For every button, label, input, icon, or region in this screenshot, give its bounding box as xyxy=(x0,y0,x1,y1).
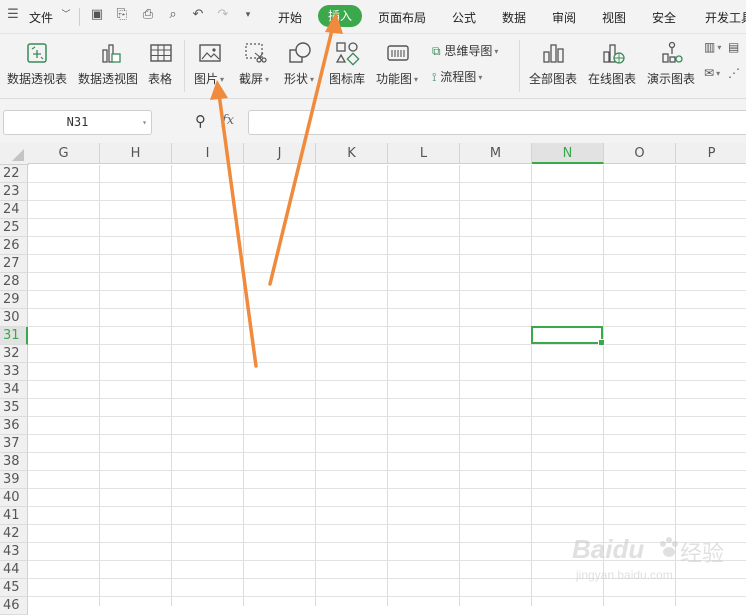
watermark-brand: Baidu xyxy=(572,534,645,564)
baidu-watermark: Baidu 经验 jingyan.baidu.com xyxy=(566,530,726,600)
arrow-to-insert-tab xyxy=(268,12,343,286)
annotation-arrows xyxy=(210,12,343,368)
arrow-to-picture-button xyxy=(210,80,258,368)
paw-icon xyxy=(660,537,678,557)
watermark-url: jingyan.baidu.com xyxy=(576,568,673,582)
watermark-brand-cn: 经验 xyxy=(680,542,725,567)
